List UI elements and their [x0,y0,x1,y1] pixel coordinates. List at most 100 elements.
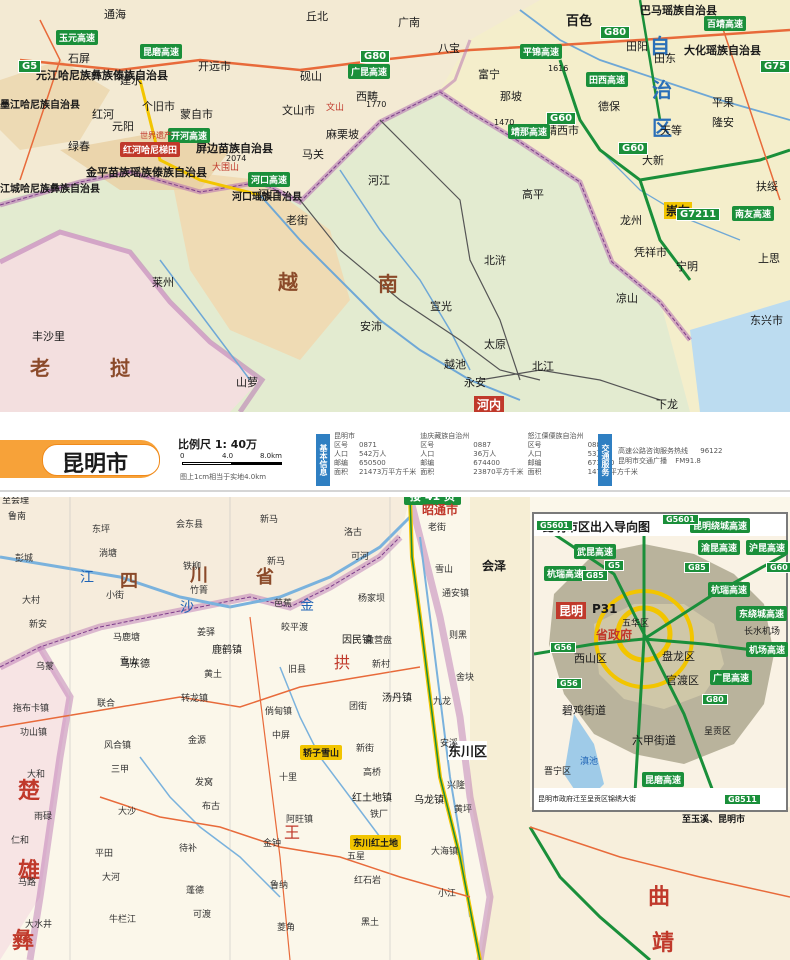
town-label[interactable]: 兴隆 [447,778,465,791]
town-label[interactable]: 牛栏江 [109,912,136,925]
town-label[interactable]: 金源 [188,733,206,746]
city-anpei[interactable]: 安沛 [360,318,382,334]
highway-shield-g5[interactable]: G5 [18,60,42,73]
town-label[interactable]: 大水井 [25,917,52,930]
inset-district-xishan[interactable]: 西山区 [574,650,607,666]
inset-code-1[interactable]: G5601 [662,514,699,525]
inset-hwy-yukun[interactable]: 渝昆高速 [698,540,741,555]
inset-hwy-kunmo[interactable]: 昆磨高速 [642,772,685,787]
city-longan[interactable]: 隆安 [712,114,734,130]
town-label[interactable]: 彭城 [15,551,33,564]
inset-code-2[interactable]: G5 [604,560,625,571]
town-label[interactable]: 芭蕉 [274,596,292,609]
inset-code-g56[interactable]: G56 [556,678,582,689]
city-debao[interactable]: 德保 [598,98,620,114]
town-label[interactable]: 大海镇 [431,844,458,857]
city-taiyuan[interactable]: 太原 [484,336,506,352]
town-label[interactable]: 鲁南 [8,509,26,522]
inset-hwy-hangrui-east[interactable]: 杭瑞高速 [708,582,751,597]
inset-place-dianchi[interactable]: 滇池 [580,754,598,767]
scenic-daweishan[interactable]: 大围山 [212,160,239,173]
town-label[interactable]: 乌蒙 [36,659,54,672]
town-label[interactable]: 蓬德 [186,883,204,896]
town-label[interactable]: 发窝 [195,775,213,788]
scenic-hani-terraces[interactable]: 红河哈尼梯田 [120,142,181,157]
town-label[interactable]: 风合镇 [104,738,131,751]
city-beikan[interactable]: 北浒 [484,252,506,268]
town-label[interactable]: 撒营盘 [365,633,392,646]
city-maguan[interactable]: 马关 [302,146,324,162]
town-label[interactable]: 菱角 [277,920,295,933]
inset-center-label[interactable]: 昆明 [556,602,587,619]
city-yanshan[interactable]: 砚山 [300,68,322,84]
city-pingxiang[interactable]: 凭祥市 [634,244,667,260]
inset-code-6[interactable]: G80 [702,694,728,705]
town-label[interactable]: 团街 [349,699,367,712]
highway-shield-g7211[interactable]: G7211 [676,208,721,221]
inset-hwy-east-ring[interactable]: 东绕城高速 [736,606,788,621]
city-kaiyuan[interactable]: 开远市 [198,58,231,74]
town-label[interactable]: 新街 [356,741,374,754]
town-label[interactable]: 淌塘 [99,546,117,559]
town-label[interactable]: 老街 [428,520,446,533]
city-ningming[interactable]: 宁明 [676,258,698,274]
city-malipo[interactable]: 麻栗坡 [326,126,359,142]
highway-shield-g60[interactable]: G60 [618,142,649,155]
city-tonghai[interactable]: 通海 [104,6,126,22]
town-label[interactable]: 大和 [27,767,45,780]
town-label[interactable]: 十里 [279,770,297,783]
inset-hwy-guangkun[interactable]: 广昆高速 [710,670,753,685]
top-regional-map[interactable]: 越 南 老 挝 自 治 区 元江哈尼族彝族傣族自治县 屏边苗族自治县 金平苗族瑶… [0,0,790,412]
city-phongsaly[interactable]: 丰沙里 [32,328,65,344]
kunming-city-access-inset[interactable]: 昆明市区出入导向图 昆明 P31 省政府 西山区 盘龙区 官渡区 五华区 呈贡区… [532,512,790,812]
town-label[interactable]: 通安镇 [442,586,469,599]
city-laizhou[interactable]: 莱州 [152,274,174,290]
town-label[interactable]: 高桥 [363,765,381,778]
town-label[interactable]: 大河 [102,870,120,883]
town-label[interactable]: 杨家坝 [358,591,385,604]
inset-code-3[interactable]: G56 [550,642,576,653]
town-label[interactable]: 可渡 [193,907,211,920]
city-guangnan[interactable]: 广南 [398,14,420,30]
city-gejiu[interactable]: 个旧市 [142,98,175,114]
city-longzhou[interactable]: 龙州 [620,212,642,228]
inset-hwy-hukun[interactable]: 沪昆高速 [746,540,789,555]
town-label[interactable]: 洛古 [344,525,362,538]
city-pingguo[interactable]: 平果 [712,94,734,110]
town-label[interactable]: 雪山 [120,654,138,667]
town-label[interactable]: 安溪 [440,736,458,749]
town-label[interactable]: 可河 [351,549,369,562]
town-label[interactable]: 功山镇 [20,725,47,738]
town-label[interactable]: 中屏 [272,728,290,741]
town-label[interactable]: 大村 [22,593,40,606]
city-funing[interactable]: 富宁 [478,66,500,82]
city-liangshan[interactable]: 凉山 [616,290,638,306]
town-label[interactable]: 待补 [179,841,197,854]
city-yuechi[interactable]: 越池 [444,356,466,372]
town-label[interactable]: 联合 [97,696,115,709]
inset-code-g5601-top[interactable]: G5601 [536,520,573,531]
town-label[interactable]: 新马 [267,554,285,567]
city-lvchun[interactable]: 绿春 [68,138,90,154]
inset-center-ref[interactable]: P31 [592,602,618,616]
town-label[interactable]: 马路 [18,875,36,888]
city-xuanguang[interactable]: 宣光 [430,298,452,314]
city-baise[interactable]: 百色 [566,10,592,29]
town-label[interactable]: 九龙 [433,694,451,707]
town-label[interactable]: 五星 [347,849,365,862]
inset-code-4[interactable]: G85 [684,562,710,573]
town-label[interactable]: 马鹿塘 [113,630,140,643]
town-label[interactable]: 黄土 [204,667,222,680]
city-honghe[interactable]: 红河 [92,106,114,122]
city-hanoi[interactable]: 河内 [474,396,505,412]
city-hekou[interactable]: 河口 [258,186,280,202]
town-label[interactable]: 铁厂 [370,807,388,820]
city-qiubei[interactable]: 丘北 [306,8,328,24]
town-label[interactable]: 东坪 [92,522,110,535]
city-babao[interactable]: 八宝 [438,40,460,56]
town-label[interactable]: 新马 [260,512,278,525]
town-label[interactable]: 黄坪 [454,802,472,815]
town-label[interactable]: 大沙 [118,804,136,817]
city-mengzi[interactable]: 蒙自市 [180,106,213,122]
town-label[interactable]: 舍块 [456,670,474,683]
